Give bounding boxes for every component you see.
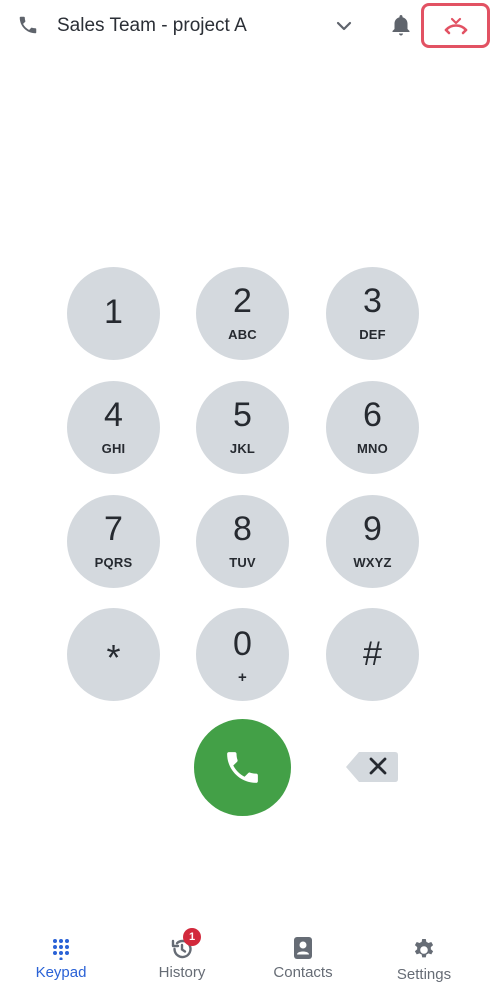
key-letters: JKL — [229, 441, 256, 456]
key-1[interactable]: 1 — [67, 267, 160, 360]
key-digit: 6 — [363, 396, 382, 434]
notification-badge: 1 — [183, 928, 201, 946]
nav-label: Keypad — [35, 964, 87, 981]
nav-label: History — [158, 964, 206, 981]
nav-label: Contacts — [273, 964, 333, 981]
key-hash[interactable]: # — [326, 608, 419, 701]
phone-icon — [17, 14, 39, 36]
backspace-button[interactable] — [345, 751, 399, 783]
call-header: Sales Team - project A — [0, 0, 494, 52]
key-digit: * — [106, 637, 121, 678]
chevron-down-icon[interactable] — [334, 16, 354, 36]
key-6[interactable]: 6 MNO — [326, 381, 419, 474]
key-letters: ABC — [228, 327, 257, 342]
backspace-icon — [346, 752, 398, 782]
key-3[interactable]: 3 DEF — [326, 267, 419, 360]
key-digit: 3 — [363, 282, 382, 320]
nav-settings[interactable]: Settings — [369, 925, 479, 985]
call-button[interactable] — [194, 719, 291, 816]
hangup-icon — [444, 17, 468, 35]
key-digit: 1 — [104, 293, 123, 331]
key-0[interactable]: 0 + — [196, 608, 289, 701]
key-7[interactable]: 7 PQRS — [67, 495, 160, 588]
key-letters: DEF — [359, 327, 386, 342]
keypad-icon — [53, 939, 69, 960]
key-letters: PQRS — [94, 555, 133, 570]
key-letters: GHI — [101, 441, 126, 456]
bell-icon[interactable] — [389, 13, 413, 39]
key-8[interactable]: 8 TUV — [196, 495, 289, 588]
key-digit: 2 — [233, 282, 252, 320]
nav-contacts[interactable]: Contacts — [248, 925, 358, 985]
nav-label: Settings — [396, 966, 452, 983]
nav-keypad[interactable]: Keypad — [6, 925, 116, 985]
call-title: Sales Team - project A — [57, 15, 247, 36]
key-digit: 5 — [233, 396, 252, 434]
key-4[interactable]: 4 GHI — [67, 381, 160, 474]
key-letters: MNO — [357, 441, 388, 456]
key-digit: 4 — [104, 396, 123, 434]
key-digit: 0 — [233, 625, 252, 663]
hangup-button[interactable] — [421, 3, 490, 48]
gear-icon — [414, 939, 434, 958]
key-digit: 7 — [104, 510, 123, 548]
nav-history[interactable]: 1 History — [127, 925, 237, 985]
key-digit: 9 — [363, 510, 382, 548]
key-5[interactable]: 5 JKL — [196, 381, 289, 474]
key-letters: WXYZ — [353, 555, 392, 570]
key-letters: TUV — [229, 555, 256, 570]
key-star[interactable]: * — [67, 608, 160, 701]
key-digit: 8 — [233, 510, 252, 548]
key-digit: # — [363, 635, 382, 673]
key-9[interactable]: 9 WXYZ — [326, 495, 419, 588]
bottom-nav: Keypad 1 History Contacts Settings — [0, 925, 494, 990]
contacts-icon — [294, 937, 312, 959]
key-letters: + — [238, 669, 247, 686]
key-2[interactable]: 2 ABC — [196, 267, 289, 360]
phone-icon — [227, 752, 258, 783]
